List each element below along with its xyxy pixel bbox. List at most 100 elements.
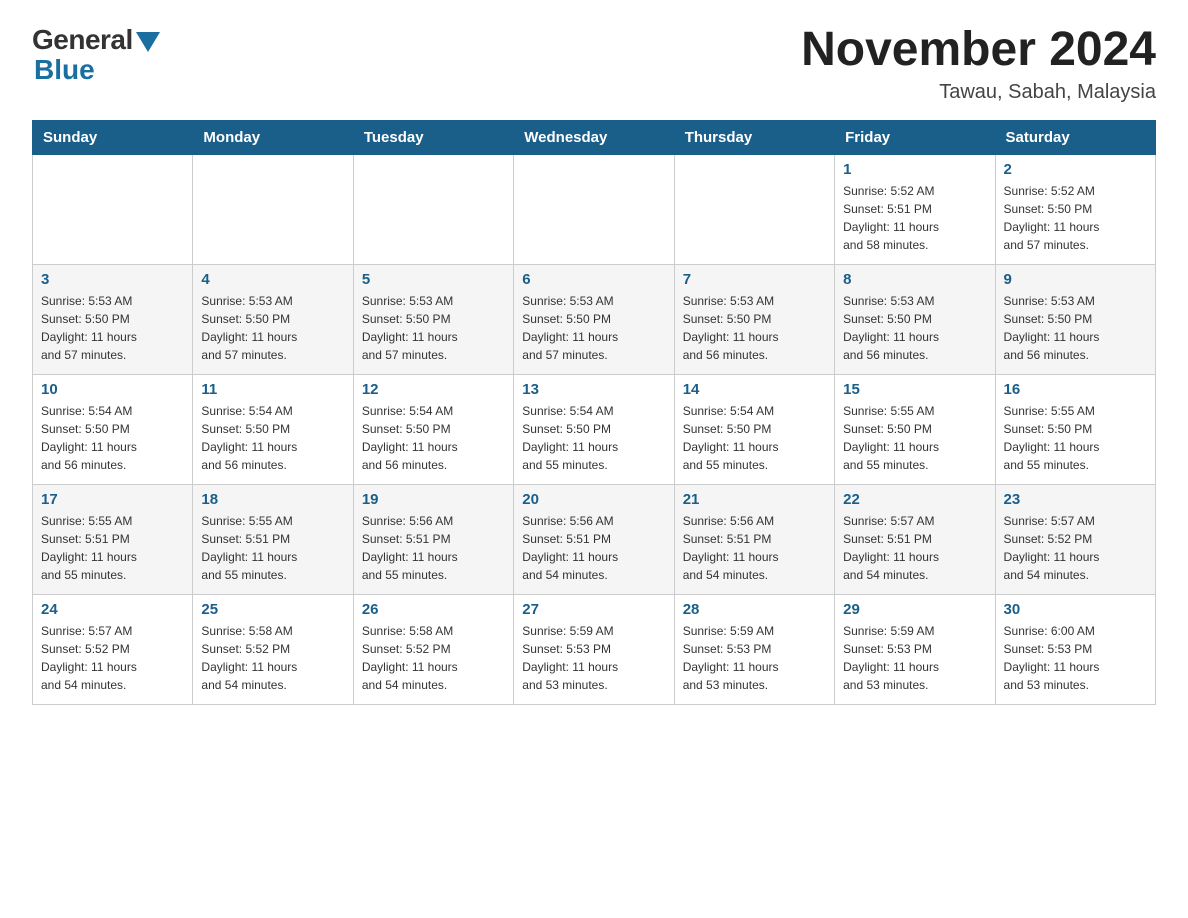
calendar-cell: 26 Sunrise: 5:58 AM Sunset: 5:52 PM Dayli… — [353, 594, 513, 704]
day-info: Sunrise: 5:57 AM Sunset: 5:52 PM Dayligh… — [41, 622, 184, 694]
calendar-cell: 15Sunrise: 5:55 AM Sunset: 5:50 PM Dayli… — [835, 374, 995, 484]
day-number: 2 — [1004, 161, 1147, 178]
calendar-cell: 7 Sunrise: 5:53 AM Sunset: 5:50 PM Daylig… — [674, 264, 834, 374]
day-info: Sunrise: 5:53 AM Sunset: 5:50 PM Dayligh… — [201, 292, 344, 364]
day-info: Sunrise: 5:56 AM Sunset: 5:51 PM Dayligh… — [522, 512, 665, 584]
calendar-week-row: 3 Sunrise: 5:53 AM Sunset: 5:50 PM Daylig… — [33, 264, 1156, 374]
calendar-cell — [193, 154, 353, 264]
calendar-cell — [33, 154, 193, 264]
day-info: Sunrise: 5:53 AM Sunset: 5:50 PM Dayligh… — [41, 292, 184, 364]
month-year-title: November 2024 — [801, 24, 1156, 77]
day-info: Sunrise: 5:54 AM Sunset: 5:50 PM Dayligh… — [522, 402, 665, 474]
weekday-header-cell: Wednesday — [514, 120, 674, 154]
day-info: Sunrise: 5:54 AM Sunset: 5:50 PM Dayligh… — [362, 402, 505, 474]
calendar-cell: 18 Sunrise: 5:55 AM Sunset: 5:51 PM Dayli… — [193, 484, 353, 594]
calendar-cell: 6 Sunrise: 5:53 AM Sunset: 5:50 PM Daylig… — [514, 264, 674, 374]
day-number: 12 — [362, 381, 505, 398]
day-info: Sunrise: 5:55 AM Sunset: 5:51 PM Dayligh… — [201, 512, 344, 584]
header: General Blue November 2024 Tawau, Sabah,… — [32, 24, 1156, 104]
day-number: 27 — [522, 601, 665, 618]
weekday-header-cell: Friday — [835, 120, 995, 154]
calendar-cell: 23 Sunrise: 5:57 AM Sunset: 5:52 PM Dayli… — [995, 484, 1155, 594]
day-info: Sunrise: 5:55 AM Sunset: 5:51 PM Dayligh… — [41, 512, 184, 584]
day-number: 8 — [843, 271, 986, 288]
day-number: 7 — [683, 271, 826, 288]
day-number: 6 — [522, 271, 665, 288]
day-number: 14 — [683, 381, 826, 398]
calendar-cell: 19 Sunrise: 5:56 AM Sunset: 5:51 PM Dayli… — [353, 484, 513, 594]
day-number: 17 — [41, 491, 184, 508]
day-number: 28 — [683, 601, 826, 618]
day-info: Sunrise: 5:56 AM Sunset: 5:51 PM Dayligh… — [362, 512, 505, 584]
weekday-header-cell: Monday — [193, 120, 353, 154]
logo-blue-text: Blue — [34, 54, 95, 86]
calendar-cell: 9 Sunrise: 5:53 AM Sunset: 5:50 PM Daylig… — [995, 264, 1155, 374]
day-number: 19 — [362, 491, 505, 508]
calendar-table: SundayMondayTuesdayWednesdayThursdayFrid… — [32, 120, 1156, 705]
day-number: 30 — [1004, 601, 1147, 618]
day-info: Sunrise: 5:56 AM Sunset: 5:51 PM Dayligh… — [683, 512, 826, 584]
day-number: 20 — [522, 491, 665, 508]
calendar-cell: 16 Sunrise: 5:55 AM Sunset: 5:50 PM Dayli… — [995, 374, 1155, 484]
calendar-cell: 21 Sunrise: 5:56 AM Sunset: 5:51 PM Dayli… — [674, 484, 834, 594]
day-number: 9 — [1004, 271, 1147, 288]
logo-triangle-icon — [136, 32, 160, 52]
calendar-cell — [514, 154, 674, 264]
day-info: Sunrise: 5:52 AM Sunset: 5:50 PM Dayligh… — [1004, 182, 1147, 254]
day-info: Sunrise: 5:53 AM Sunset: 5:50 PM Dayligh… — [522, 292, 665, 364]
day-info: Sunrise: 5:59 AM Sunset: 5:53 PM Dayligh… — [843, 622, 986, 694]
day-number: 11 — [201, 381, 344, 398]
calendar-cell: 13Sunrise: 5:54 AM Sunset: 5:50 PM Dayli… — [514, 374, 674, 484]
title-area: November 2024 Tawau, Sabah, Malaysia — [801, 24, 1156, 104]
calendar-cell: 24Sunrise: 5:57 AM Sunset: 5:52 PM Dayli… — [33, 594, 193, 704]
day-number: 3 — [41, 271, 184, 288]
location-subtitle: Tawau, Sabah, Malaysia — [801, 81, 1156, 104]
calendar-cell: 29 Sunrise: 5:59 AM Sunset: 5:53 PM Dayli… — [835, 594, 995, 704]
day-number: 18 — [201, 491, 344, 508]
calendar-cell: 28 Sunrise: 5:59 AM Sunset: 5:53 PM Dayli… — [674, 594, 834, 704]
calendar-week-row: 1Sunrise: 5:52 AM Sunset: 5:51 PM Daylig… — [33, 154, 1156, 264]
calendar-cell: 1Sunrise: 5:52 AM Sunset: 5:51 PM Daylig… — [835, 154, 995, 264]
day-number: 22 — [843, 491, 986, 508]
day-info: Sunrise: 5:53 AM Sunset: 5:50 PM Dayligh… — [683, 292, 826, 364]
day-info: Sunrise: 5:59 AM Sunset: 5:53 PM Dayligh… — [522, 622, 665, 694]
calendar-cell — [674, 154, 834, 264]
day-info: Sunrise: 5:53 AM Sunset: 5:50 PM Dayligh… — [843, 292, 986, 364]
calendar-body: 1Sunrise: 5:52 AM Sunset: 5:51 PM Daylig… — [33, 154, 1156, 704]
day-number: 10 — [41, 381, 184, 398]
day-number: 23 — [1004, 491, 1147, 508]
calendar-cell: 3 Sunrise: 5:53 AM Sunset: 5:50 PM Daylig… — [33, 264, 193, 374]
weekday-header-row: SundayMondayTuesdayWednesdayThursdayFrid… — [33, 120, 1156, 154]
day-info: Sunrise: 5:57 AM Sunset: 5:52 PM Dayligh… — [1004, 512, 1147, 584]
logo-general-text: General — [32, 24, 133, 56]
calendar-cell: 2 Sunrise: 5:52 AM Sunset: 5:50 PM Daylig… — [995, 154, 1155, 264]
calendar-week-row: 17 Sunrise: 5:55 AM Sunset: 5:51 PM Dayli… — [33, 484, 1156, 594]
calendar-cell: 27 Sunrise: 5:59 AM Sunset: 5:53 PM Dayli… — [514, 594, 674, 704]
weekday-header-cell: Thursday — [674, 120, 834, 154]
day-number: 29 — [843, 601, 986, 618]
weekday-header-cell: Saturday — [995, 120, 1155, 154]
weekday-header-cell: Sunday — [33, 120, 193, 154]
calendar-cell: 8 Sunrise: 5:53 AM Sunset: 5:50 PM Daylig… — [835, 264, 995, 374]
calendar-cell: 5Sunrise: 5:53 AM Sunset: 5:50 PM Daylig… — [353, 264, 513, 374]
calendar-week-row: 24Sunrise: 5:57 AM Sunset: 5:52 PM Dayli… — [33, 594, 1156, 704]
day-info: Sunrise: 6:00 AM Sunset: 5:53 PM Dayligh… — [1004, 622, 1147, 694]
day-info: Sunrise: 5:58 AM Sunset: 5:52 PM Dayligh… — [362, 622, 505, 694]
weekday-header-cell: Tuesday — [353, 120, 513, 154]
calendar-cell: 11Sunrise: 5:54 AM Sunset: 5:50 PM Dayli… — [193, 374, 353, 484]
calendar-cell: 17 Sunrise: 5:55 AM Sunset: 5:51 PM Dayli… — [33, 484, 193, 594]
calendar-cell — [353, 154, 513, 264]
day-info: Sunrise: 5:57 AM Sunset: 5:51 PM Dayligh… — [843, 512, 986, 584]
day-number: 25 — [201, 601, 344, 618]
day-info: Sunrise: 5:53 AM Sunset: 5:50 PM Dayligh… — [1004, 292, 1147, 364]
day-number: 21 — [683, 491, 826, 508]
calendar-cell: 30 Sunrise: 6:00 AM Sunset: 5:53 PM Dayli… — [995, 594, 1155, 704]
day-info: Sunrise: 5:59 AM Sunset: 5:53 PM Dayligh… — [683, 622, 826, 694]
day-info: Sunrise: 5:53 AM Sunset: 5:50 PM Dayligh… — [362, 292, 505, 364]
day-number: 15 — [843, 381, 986, 398]
day-info: Sunrise: 5:55 AM Sunset: 5:50 PM Dayligh… — [1004, 402, 1147, 474]
day-number: 16 — [1004, 381, 1147, 398]
calendar-cell: 12 Sunrise: 5:54 AM Sunset: 5:50 PM Dayli… — [353, 374, 513, 484]
calendar-cell: 4Sunrise: 5:53 AM Sunset: 5:50 PM Daylig… — [193, 264, 353, 374]
day-number: 26 — [362, 601, 505, 618]
